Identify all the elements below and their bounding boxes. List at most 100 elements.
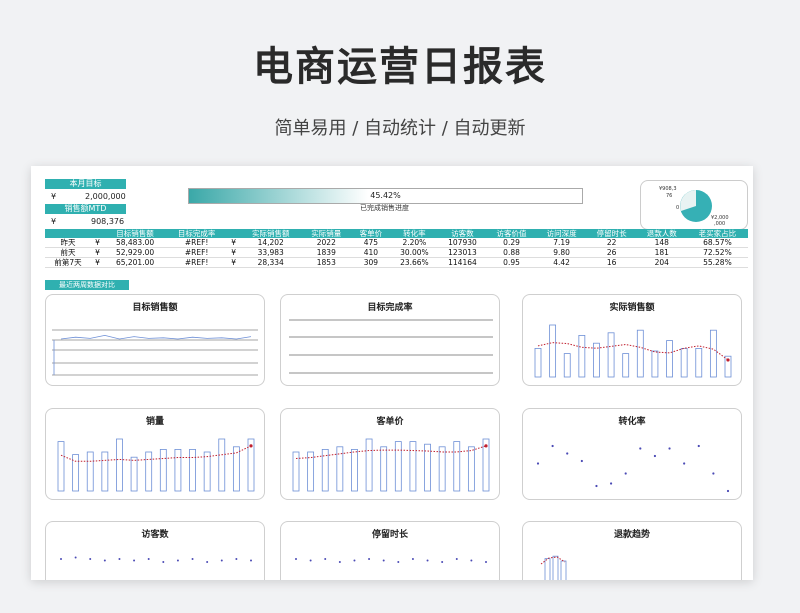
bar xyxy=(203,451,211,492)
table-cell: 309 xyxy=(351,257,391,268)
bar xyxy=(549,324,557,378)
mtd-label: 销售额MTD xyxy=(45,204,126,214)
bar xyxy=(552,555,559,580)
scatter-point xyxy=(668,447,671,450)
table-header-cell: 转化率 xyxy=(390,229,439,238)
bar xyxy=(695,348,703,378)
table-cell: 4.42 xyxy=(536,257,587,268)
table-cell: 9.80 xyxy=(536,247,587,258)
target-line xyxy=(60,334,252,340)
table-cell: 14,202 xyxy=(240,238,302,248)
scatter-point xyxy=(338,561,341,563)
page-subtitle: 简单易用 / 自动统计 / 自动更新 xyxy=(274,118,526,139)
chart-svg xyxy=(295,558,487,563)
table-cell: 123013 xyxy=(438,247,487,258)
chart-svg xyxy=(292,438,490,492)
table-cell: 2022 xyxy=(301,238,352,248)
table-cell: 2.20% xyxy=(390,238,439,248)
bar xyxy=(218,438,226,492)
pie-label-left: 0 xyxy=(676,205,679,211)
bar xyxy=(365,438,373,492)
chart-card: 实际销售额 xyxy=(522,294,742,386)
pie-label-top2: 76 xyxy=(666,193,672,199)
table-header-cell xyxy=(91,229,104,238)
month-target-currency: ¥ xyxy=(51,192,57,201)
mtd-currency: ¥ xyxy=(51,217,57,226)
pie-label-top: ¥908,3 xyxy=(659,186,677,192)
bar xyxy=(607,332,615,378)
sales-progress-bar: 45.42% xyxy=(188,188,583,204)
table-cell: #REF! xyxy=(166,238,228,248)
scatter-point xyxy=(382,559,385,562)
trend-arrow xyxy=(484,444,488,448)
scatter-point xyxy=(411,558,414,560)
chart-card: 退款趋势 xyxy=(522,521,742,580)
scatter-point xyxy=(595,484,598,488)
scatter-point xyxy=(536,462,540,465)
table-cell: 107930 xyxy=(438,238,487,248)
chart-card: 转化率 xyxy=(522,408,742,500)
scatter-point xyxy=(309,559,312,562)
scatter-point xyxy=(609,482,613,485)
table-header-cell xyxy=(227,229,241,238)
section-label: 最近两周数据对比 xyxy=(45,280,129,290)
scatter-point xyxy=(683,462,686,465)
table-cell: 1839 xyxy=(301,247,352,258)
table-cell: #REF! xyxy=(166,247,228,258)
scatter-point xyxy=(470,559,473,562)
table-cell: 0.88 xyxy=(486,247,537,258)
bar xyxy=(534,348,542,378)
progress-caption: 已完成销售进度 xyxy=(360,204,409,212)
table-header-cell: 客单价 xyxy=(351,229,391,238)
table-cell: 114164 xyxy=(438,257,487,268)
mtd-value: 908,376 xyxy=(91,217,125,226)
scatter-point xyxy=(726,489,730,493)
table-cell: 204 xyxy=(636,257,687,268)
table-cell: 52,929.00 xyxy=(103,247,167,258)
table-header-cell: 实际销量 xyxy=(301,229,352,238)
table-cell: 65,201.00 xyxy=(103,257,167,268)
bar xyxy=(409,441,417,492)
bar xyxy=(563,353,571,378)
scatter-point xyxy=(697,444,700,448)
table-cell: ¥ xyxy=(227,257,241,268)
chart-svg xyxy=(52,329,258,376)
table-cell: 0.29 xyxy=(486,238,537,248)
table-cell: 68.57% xyxy=(686,238,748,248)
table-header-cell: 访客价值 xyxy=(486,229,537,238)
scatter-point xyxy=(566,452,569,455)
scatter-point xyxy=(426,559,429,562)
scatter-point xyxy=(162,561,165,563)
scatter-point xyxy=(353,559,356,562)
scatter-point xyxy=(60,558,62,560)
chart-card: 客单价 xyxy=(280,408,500,500)
table-row: 昨天 ¥58,483.00 #REF! ¥14,202 2022 475 2.20% 1079… xyxy=(45,238,748,248)
table-header-cell: 退款人数 xyxy=(636,229,687,238)
bar xyxy=(101,451,109,492)
scatter-point xyxy=(295,558,297,560)
trend-arrow xyxy=(726,358,730,362)
scatter-point xyxy=(74,556,77,559)
scatter-point xyxy=(441,561,444,563)
table-cell: 181 xyxy=(636,247,687,258)
chart-svg xyxy=(57,438,255,492)
chart-card: 目标销售额 xyxy=(45,294,265,386)
scatter-point xyxy=(324,558,327,560)
chart-svg xyxy=(534,324,732,378)
table-cell: 30.00% xyxy=(390,247,439,258)
bar xyxy=(651,350,659,378)
table-cell: 前天 xyxy=(45,247,92,258)
table-header-cell: 访问深度 xyxy=(536,229,587,238)
bar xyxy=(578,335,586,378)
scatter-point xyxy=(220,559,223,562)
scatter-point xyxy=(250,559,252,562)
bar xyxy=(467,446,475,492)
bar xyxy=(709,329,717,378)
bar xyxy=(86,451,94,492)
table-cell: 148 xyxy=(636,238,687,248)
scatter-point xyxy=(147,558,150,560)
table-cell: 16 xyxy=(586,257,637,268)
table-row: 前天 ¥52,929.00 #REF! ¥33,983 1839 410 30.00% 123… xyxy=(45,247,748,258)
trend-arrow xyxy=(249,444,253,448)
bar xyxy=(560,560,567,580)
